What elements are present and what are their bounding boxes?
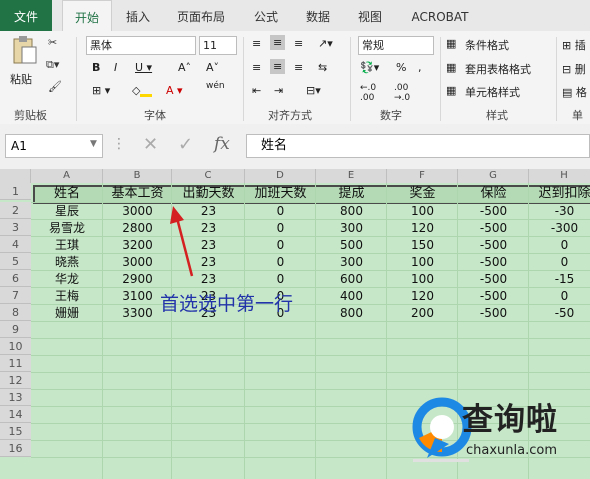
annotation-text: 首选选中第一行 <box>160 293 294 315</box>
watermark-text: 查询啦 <box>462 402 558 438</box>
watermark-url: chaxunla.com <box>466 443 557 458</box>
